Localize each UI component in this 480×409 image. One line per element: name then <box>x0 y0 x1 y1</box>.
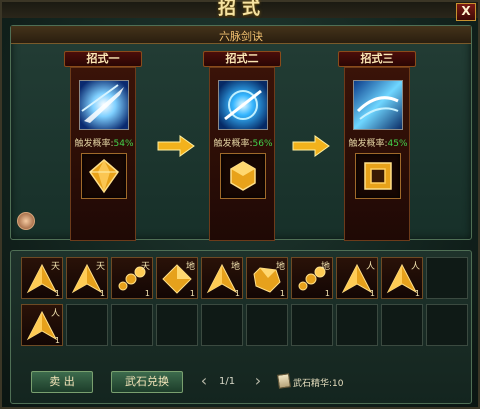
skill-panel: 六脉剑诀 招式一 触发概率:54% 招式二 触发概率:56% 招式三 触发概率:… <box>10 25 472 241</box>
essence-count: 武石精华:10 <box>293 376 344 389</box>
exchange-button[interactable]: 武石兑换 <box>111 371 183 393</box>
trigger-rate-label: 触发概率: <box>74 139 114 149</box>
gem-count: 1 <box>324 289 330 298</box>
window-title: 招式 <box>218 0 266 19</box>
gem-tier-label: 天 <box>50 262 60 272</box>
inventory-slot-empty[interactable] <box>66 304 108 346</box>
blue-sweep-skill-icon[interactable] <box>353 80 403 130</box>
inventory-slot-empty[interactable] <box>291 304 333 346</box>
gold-hexagon-gem-icon[interactable] <box>220 153 266 199</box>
gem-tier-label: 人 <box>365 262 375 272</box>
gem-tier-label: 天 <box>95 262 105 272</box>
trigger-rate: 触发概率:54% <box>71 136 137 149</box>
prev-page-icon[interactable]: ‹ <box>197 372 211 392</box>
slot-body: 触发概率:54% <box>70 67 136 241</box>
inventory-slot-empty[interactable] <box>201 304 243 346</box>
trigger-rate-value: 45% <box>387 139 408 149</box>
gem-count: 1 <box>369 289 375 298</box>
next-page-icon[interactable]: › <box>251 372 265 392</box>
blue-vortex-skill-icon[interactable] <box>218 80 268 130</box>
trigger-rate-label: 触发概率: <box>348 139 388 149</box>
gem-count: 1 <box>234 289 240 298</box>
trigger-rate-value: 56% <box>252 139 273 149</box>
gem-count: 1 <box>144 289 150 298</box>
slot-label: 招式一 <box>64 51 142 67</box>
close-button[interactable]: X <box>456 3 476 21</box>
inventory-slot[interactable]: 地1 <box>156 257 198 299</box>
inventory-slot-empty[interactable] <box>156 304 198 346</box>
gem-count: 1 <box>54 289 60 298</box>
sell-button[interactable]: 卖 出 <box>31 371 93 393</box>
inventory-slot[interactable]: 天1 <box>111 257 153 299</box>
essence-label: 武石精华: <box>293 379 333 389</box>
gem-count: 1 <box>99 289 105 298</box>
refresh-orb-icon[interactable] <box>17 212 35 230</box>
gold-square-gem-icon[interactable] <box>355 153 401 199</box>
gem-count: 1 <box>189 289 195 298</box>
skill-window: 招式 X 六脉剑诀 招式一 触发概率:54% 招式二 触发概率:56% 招式三 … <box>0 0 480 409</box>
slot-label: 招式三 <box>338 51 416 67</box>
inventory-slot[interactable]: 地1 <box>246 257 288 299</box>
scroll-icon <box>277 373 291 389</box>
gem-tier-label: 人 <box>50 309 60 319</box>
blue-slash-skill-icon[interactable] <box>79 80 129 130</box>
gem-tier-label: 地 <box>275 262 285 272</box>
inventory-slot[interactable]: 天1 <box>66 257 108 299</box>
trigger-rate-value: 54% <box>113 139 134 149</box>
inventory-slot-empty[interactable] <box>246 304 288 346</box>
trigger-rate-label: 触发概率: <box>213 139 253 149</box>
trigger-rate: 触发概率:45% <box>345 136 411 149</box>
essence-value: 10 <box>332 379 344 389</box>
gem-tier-label: 地 <box>320 262 330 272</box>
page-indicator: 1/1 <box>219 376 236 387</box>
gem-tier-label: 天 <box>140 262 150 272</box>
trigger-rate: 触发概率:56% <box>210 136 276 149</box>
gem-tier-label: 人 <box>410 262 420 272</box>
gem-tier-label: 地 <box>230 262 240 272</box>
inventory-slot[interactable]: 地1 <box>201 257 243 299</box>
gem-count: 1 <box>54 336 60 345</box>
gem-tier-label: 地 <box>185 262 195 272</box>
skill-slot-2: 招式二 触发概率:56% <box>203 51 281 244</box>
inventory-slot[interactable]: 人1 <box>381 257 423 299</box>
slot-label: 招式二 <box>203 51 281 67</box>
section-title: 六脉剑诀 <box>219 30 263 43</box>
gem-count: 1 <box>279 289 285 298</box>
arrow-icon <box>291 134 331 158</box>
inventory-slot-empty[interactable] <box>111 304 153 346</box>
slot-body: 触发概率:45% <box>344 67 410 241</box>
gem-inventory: 天1天1天1地1地1地1地1人1人1人1 卖 出 武石兑换 ‹ 1/1 › 武石… <box>10 250 472 404</box>
inventory-slot-empty[interactable] <box>336 304 378 346</box>
arrow-icon <box>156 134 196 158</box>
skill-slot-1: 招式一 触发概率:54% <box>64 51 142 244</box>
skill-slot-3: 招式三 触发概率:45% <box>338 51 416 244</box>
inventory-slot[interactable]: 人1 <box>21 304 63 346</box>
inventory-slot-empty[interactable] <box>381 304 423 346</box>
inventory-slot[interactable]: 天1 <box>21 257 63 299</box>
gem-count: 1 <box>414 289 420 298</box>
inventory-slot[interactable]: 地1 <box>291 257 333 299</box>
inventory-slot-empty[interactable] <box>426 304 468 346</box>
gold-diamond-gem-icon[interactable] <box>81 153 127 199</box>
inventory-slot[interactable]: 人1 <box>336 257 378 299</box>
section-header: 六脉剑诀 <box>11 26 471 44</box>
inventory-slot-empty[interactable] <box>426 257 468 299</box>
slot-body: 触发概率:56% <box>209 67 275 241</box>
